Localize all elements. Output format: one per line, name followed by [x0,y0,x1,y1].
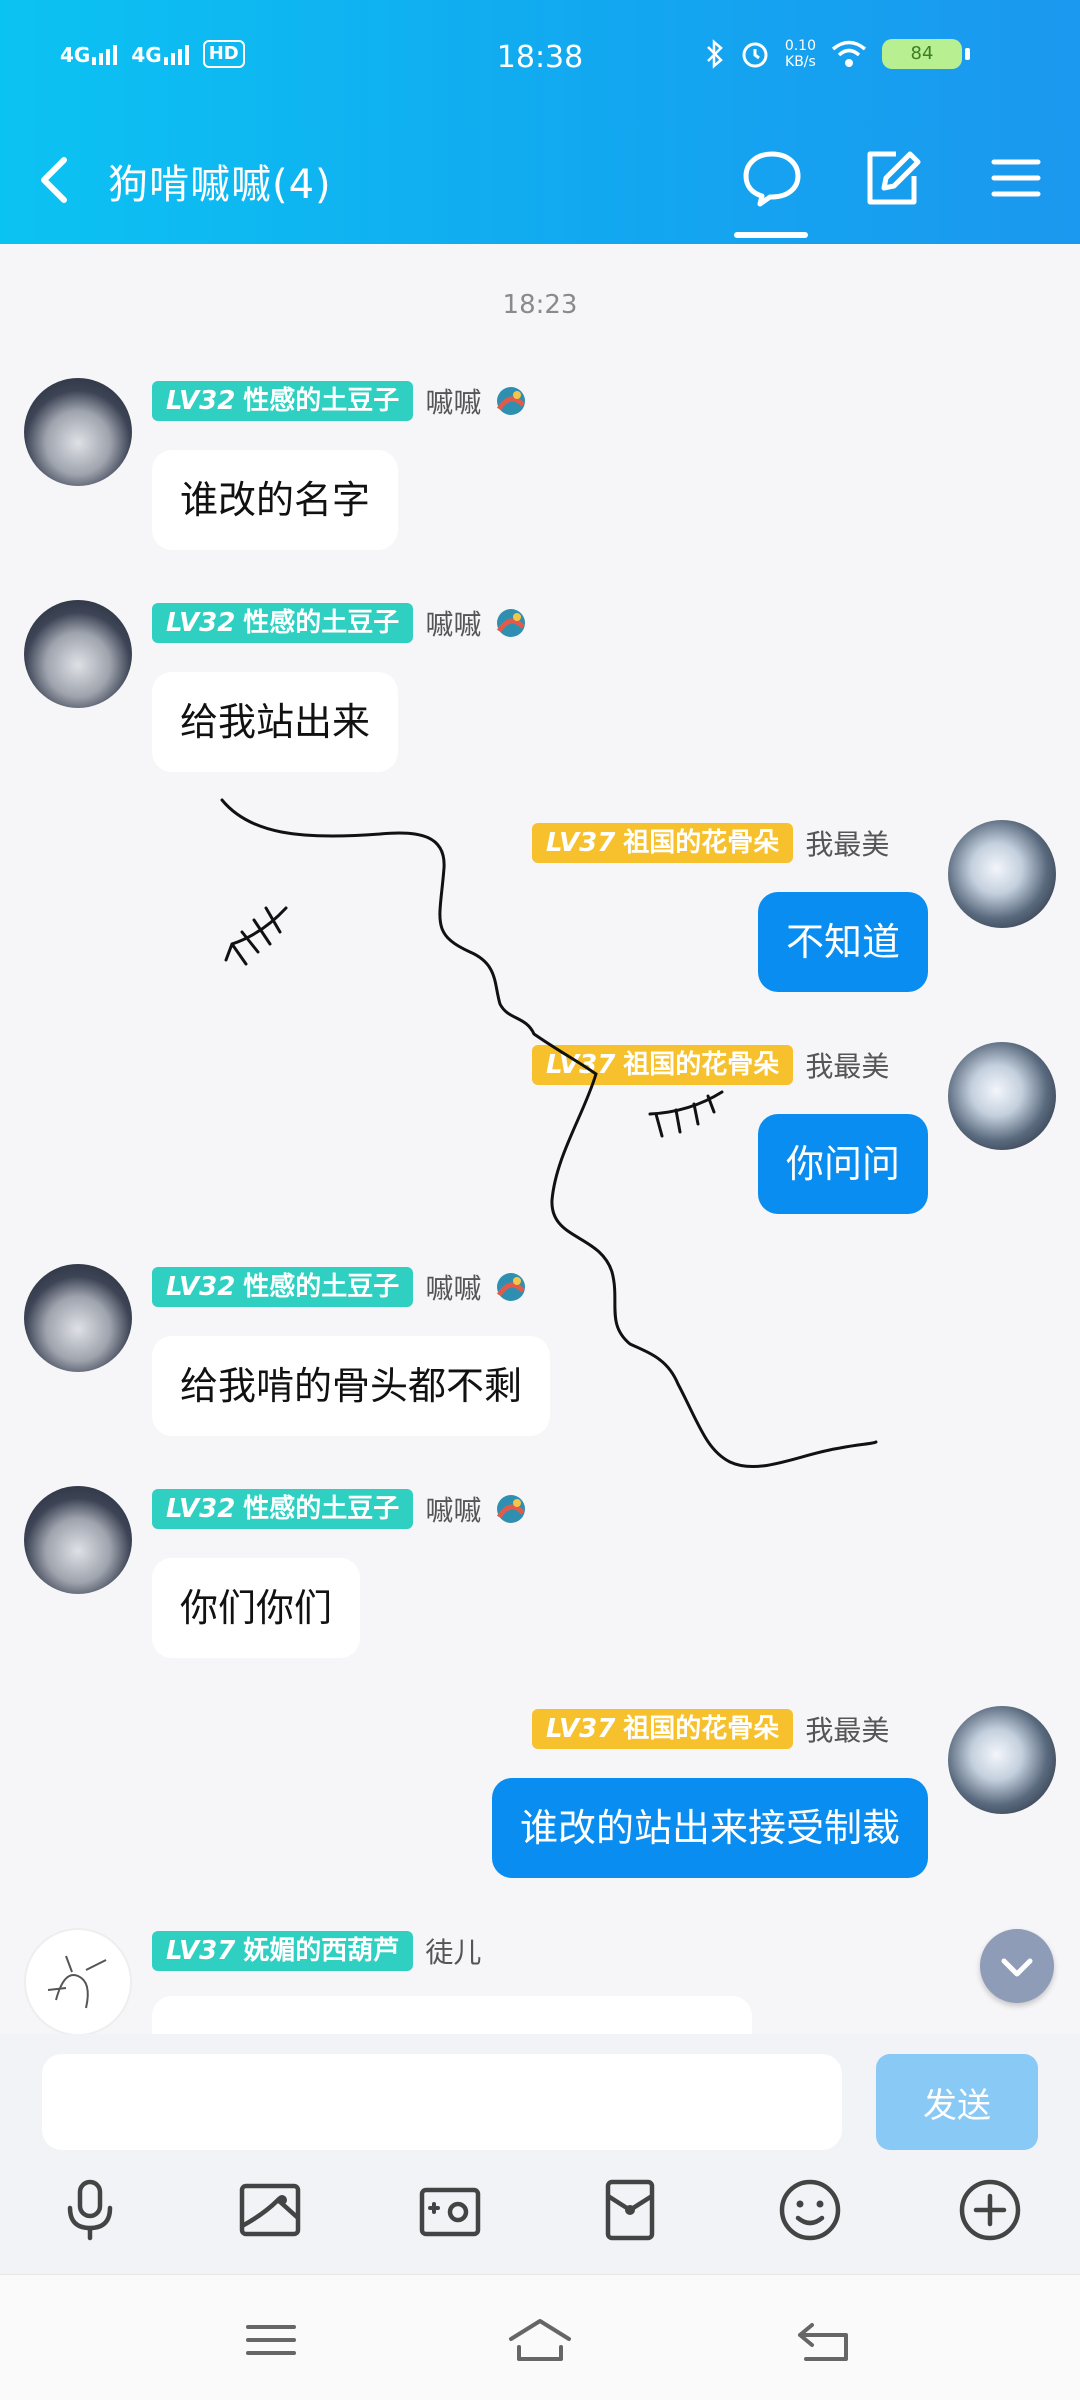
recent-apps-icon[interactable] [236,2305,306,2375]
sender-name[interactable]: 嘁嘁 [425,603,481,643]
sender-meta: LV32 性感的土豆子 嘁嘁 [152,602,529,644]
level-badge[interactable]: LV37 祖国的花骨朵 [532,1709,794,1749]
level-badge[interactable]: LV37 祖国的花骨朵 [532,823,794,863]
level-badge[interactable]: LV37 妩媚的西葫芦 [152,1931,414,1971]
sender-meta: LV32 性感的土豆子 嘁嘁 [152,1488,529,1530]
sender-name[interactable]: 嘁嘁 [425,1267,481,1307]
member-title: 性感的土豆子 [243,386,400,416]
avatar[interactable] [948,1706,1056,1814]
avatar[interactable] [24,1486,132,1594]
medal-icon [497,387,526,415]
chat-bubble-icon[interactable] [740,146,804,210]
emoji-icon[interactable] [774,2174,846,2246]
avatar[interactable] [24,1264,132,1372]
plus-icon[interactable] [954,2174,1026,2246]
sender-name[interactable]: 嘁嘁 [425,1489,481,1529]
level-label: LV37 [546,828,616,858]
message-bubble[interactable]: 谁改的名字 [152,450,399,550]
member-title: 性感的土豆子 [243,1272,400,1302]
sender-meta: LV37 妩媚的西葫芦 徒儿 [152,1930,481,1972]
top-bar: 4G 4G HD 18:38 0.10 KB/s 84 狗啃嘁嘁(4) [0,0,1080,244]
nav-bar: 狗啃嘁嘁(4) [0,140,1080,238]
home-icon[interactable] [505,2305,575,2375]
bluetooth-icon [706,39,723,69]
message-list[interactable]: 18:23 LV32 性感的土豆子 嘁嘁 谁改的名字 LV32 性感的土豆子 嘁嘁 … [0,244,1080,2034]
menu-icon[interactable] [984,146,1048,210]
chevron-down-icon [1001,1958,1033,1977]
message-bubble[interactable]: 你们你们 [152,1558,361,1658]
net-speed-value: 0.10 [784,38,816,54]
message-bubble[interactable]: 给我啃的骨头都不剩 [152,1336,551,1436]
member-title: 性感的土豆子 [243,1494,400,1524]
member-title: 祖国的花骨朵 [623,1050,780,1080]
avatar[interactable] [948,820,1056,928]
message-timestamp: 18:23 [502,290,578,320]
medal-icon [497,609,526,637]
level-label: LV32 [166,1272,236,1302]
net-speed-unit: KB/s [785,54,816,70]
level-badge[interactable]: LV32 性感的土豆子 [152,1267,414,1307]
red-packet-icon[interactable] [594,2174,666,2246]
sender-meta: LV32 性感的土豆子 嘁嘁 [152,1266,529,1308]
message-bubble[interactable]: 你问问 [757,1114,928,1214]
active-tab-indicator [734,232,808,238]
sender-name[interactable]: 徒儿 [425,1931,481,1971]
camera-icon[interactable] [414,2174,486,2246]
sender-name[interactable]: 我最美 [805,823,889,863]
sender-meta: LV32 性感的土豆子 嘁嘁 [152,380,529,422]
battery-indicator: 84 [882,39,970,69]
member-title: 性感的土豆子 [243,608,400,638]
medal-icon [497,1273,526,1301]
avatar[interactable] [948,1042,1056,1150]
input-bar: 发送 [0,2034,1080,2274]
level-label: LV37 [546,1714,616,1744]
member-title: 妩媚的西葫芦 [243,1936,400,1966]
level-label: LV32 [166,608,236,638]
sender-meta: LV37 祖国的花骨朵 我最美 [532,1044,889,1086]
sketch-avatar-drawing [47,1955,107,2009]
net-speed: 0.10 KB/s [785,38,816,70]
level-badge[interactable]: LV32 性感的土豆子 [152,603,414,643]
sender-name[interactable]: 我最美 [805,1709,889,1749]
message-bubble[interactable]: 给我站出来 [152,672,399,772]
message-bubble[interactable] [152,1996,752,2034]
avatar[interactable] [24,600,132,708]
message-input[interactable] [42,2054,842,2150]
level-label: LV32 [166,386,236,416]
medal-icon [497,1495,526,1523]
member-title: 祖国的花骨朵 [623,1714,780,1744]
avatar[interactable] [24,1928,132,2034]
send-button[interactable]: 发送 [876,2054,1038,2150]
member-title: 祖国的花骨朵 [623,828,780,858]
sender-name[interactable]: 我最美 [805,1045,889,1085]
wifi-icon [831,40,867,67]
scroll-to-bottom-button[interactable] [980,1929,1054,2003]
edit-icon[interactable] [860,146,924,210]
sender-meta: LV37 祖国的花骨朵 我最美 [532,1708,889,1750]
sender-meta: LV37 祖国的花骨朵 我最美 [532,822,889,864]
level-label: LV37 [546,1050,616,1080]
status-bar: 4G 4G HD 18:38 0.10 KB/s 84 [0,36,1080,86]
alarm-icon [742,42,768,68]
level-badge[interactable]: LV37 祖国的花骨朵 [532,1045,794,1085]
avatar[interactable] [24,378,132,486]
message-bubble[interactable]: 不知道 [757,892,928,992]
level-label: LV32 [166,1494,236,1524]
image-icon[interactable] [234,2174,306,2246]
chat-title[interactable]: 狗啃嘁嘁(4) [108,152,332,210]
sender-name[interactable]: 嘁嘁 [425,381,481,421]
back-nav-icon[interactable] [788,2305,858,2375]
message-bubble[interactable]: 谁改的站出来接受制裁 [491,1778,928,1878]
system-navigation-bar [0,2274,1080,2400]
back-icon[interactable] [30,148,80,212]
microphone-icon[interactable] [54,2174,126,2246]
level-badge[interactable]: LV32 性感的土豆子 [152,381,414,421]
level-badge[interactable]: LV32 性感的土豆子 [152,1489,414,1529]
level-label: LV37 [166,1936,236,1966]
